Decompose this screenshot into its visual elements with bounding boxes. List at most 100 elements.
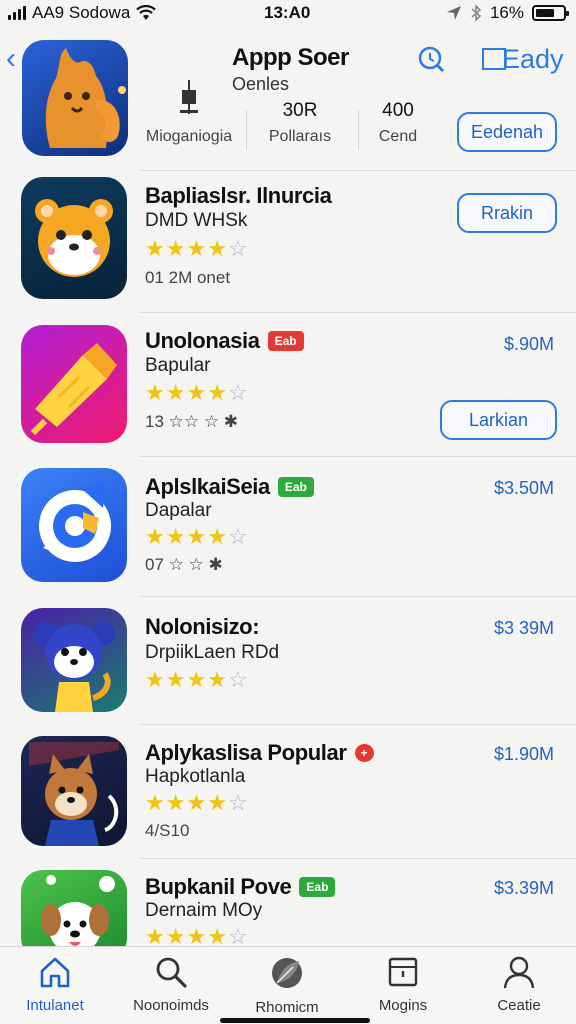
app-meta: 07 ☆ ☆ ✱ bbox=[145, 555, 223, 574]
star-filled-icon: ★ bbox=[165, 524, 187, 549]
star-filled-icon: ★ bbox=[207, 524, 228, 549]
app-title[interactable]: AplslkaiSeia Eab bbox=[145, 474, 314, 500]
app-badge: Eab bbox=[277, 477, 314, 497]
ready-button[interactable]: Eady bbox=[482, 44, 564, 75]
bluetooth-icon bbox=[471, 4, 482, 22]
app-title-text: Bupkanil Pove bbox=[145, 874, 292, 899]
status-right: 16% bbox=[446, 3, 569, 23]
page-subtitle: Oenles bbox=[232, 74, 290, 94]
app-title[interactable]: Aplykaslisa Popular + bbox=[145, 740, 374, 766]
app-title-text: Unolonasia bbox=[145, 328, 260, 353]
featured-app-icon[interactable] bbox=[22, 40, 128, 156]
stat-downloads: 30R Pollaraıs bbox=[255, 100, 345, 146]
wifi-icon bbox=[136, 5, 157, 20]
star-empty-icon: ☆ bbox=[227, 380, 249, 405]
home-icon bbox=[40, 957, 70, 988]
star-filled-icon: ★ bbox=[145, 236, 166, 261]
stat-size: 400 Cend bbox=[360, 100, 436, 146]
app-meta: 4/S10 bbox=[145, 821, 190, 840]
tab-games[interactable]: Rhomicm bbox=[232, 955, 342, 1016]
stat-category: Mioganiogia bbox=[144, 80, 234, 146]
star-empty-icon: ☆ bbox=[227, 524, 249, 549]
divider bbox=[140, 596, 576, 597]
app-price[interactable]: $.90M bbox=[504, 334, 554, 355]
app-icon[interactable] bbox=[21, 468, 127, 582]
tab-profile[interactable]: Ceatie bbox=[464, 955, 574, 1014]
app-title[interactable]: Bupkanil Pove Eab bbox=[145, 874, 336, 900]
star-filled-icon: ★ bbox=[186, 667, 208, 692]
star-empty-icon: ☆ bbox=[227, 790, 249, 815]
divider bbox=[140, 170, 576, 171]
tab-label: Rhomicm bbox=[255, 999, 319, 1016]
app-title-text: Bapliaslsr. Ilnurcia bbox=[145, 183, 332, 208]
divider bbox=[140, 312, 576, 313]
status-left: AA9 Sodowa bbox=[8, 3, 157, 23]
calendar-icon bbox=[388, 957, 418, 987]
star-filled-icon: ★ bbox=[186, 236, 208, 261]
stat-downloads-value: 30R bbox=[282, 100, 318, 121]
battery-icon bbox=[532, 5, 569, 21]
app-subtitle: Dapalar bbox=[145, 500, 212, 521]
search-icon bbox=[156, 957, 187, 988]
star-filled-icon: ★ bbox=[165, 667, 187, 692]
app-price[interactable]: $3.39M bbox=[494, 878, 554, 899]
app-subtitle: Bapular bbox=[145, 355, 211, 376]
header-action-button[interactable]: Eedenah bbox=[457, 112, 557, 152]
tab-apps[interactable]: Mogins bbox=[348, 955, 458, 1014]
star-filled-icon: ★ bbox=[145, 524, 166, 549]
app-price[interactable]: $3.50M bbox=[494, 478, 554, 499]
app-subtitle: DrpiikLaen RDd bbox=[145, 642, 280, 663]
app-subtitle: Hapkotlanla bbox=[145, 766, 246, 787]
app-icon[interactable] bbox=[21, 608, 127, 712]
star-filled-icon: ★ bbox=[165, 236, 187, 261]
status-bar: AA9 Sodowa 13:A0 16% bbox=[0, 0, 576, 26]
app-title[interactable]: Unolonasia Eab bbox=[145, 328, 304, 354]
app-icon[interactable] bbox=[21, 325, 127, 443]
star-filled-icon: ★ bbox=[207, 236, 228, 261]
battery-percent: 16% bbox=[489, 3, 524, 22]
tab-bar: Intulanet Noonoimds Rhomicm Mogins Ceati… bbox=[0, 946, 576, 1024]
back-icon[interactable]: ‹ bbox=[6, 44, 16, 74]
stat-divider bbox=[246, 110, 247, 150]
carrier-label: AA9 Sodowa bbox=[32, 3, 131, 22]
app-subtitle: DMD WHSk bbox=[145, 210, 248, 231]
stat-downloads-label: Pollaraıs bbox=[268, 128, 332, 145]
star-filled-icon: ★ bbox=[186, 524, 208, 549]
tab-label: Intulanet bbox=[26, 997, 84, 1014]
app-store-screen: AA9 Sodowa 13:A0 16% ‹ Appp Soer Oenles … bbox=[0, 0, 576, 1024]
star-rating: ★★★★☆ bbox=[145, 669, 249, 691]
app-title-text: Aplykaslisa Popular bbox=[145, 740, 347, 765]
star-filled-icon: ★ bbox=[145, 790, 166, 815]
app-title[interactable]: Bapliaslsr. Ilnurcia bbox=[145, 183, 332, 209]
star-filled-icon: ★ bbox=[145, 380, 166, 405]
divider bbox=[140, 858, 576, 859]
app-price[interactable]: $1.90M bbox=[494, 744, 554, 765]
get-button[interactable]: Rrakin bbox=[457, 193, 557, 233]
app-icon[interactable] bbox=[21, 736, 127, 846]
get-button[interactable]: Larkian bbox=[440, 400, 557, 440]
app-meta: 13 ☆☆ ☆ ✱ bbox=[145, 412, 239, 431]
star-rating: ★★★★☆ bbox=[145, 238, 249, 260]
stat-size-label: Cend bbox=[378, 128, 418, 145]
app-badge: Eab bbox=[299, 877, 336, 897]
star-filled-icon: ★ bbox=[207, 667, 228, 692]
tab-label: Noonoimds bbox=[133, 997, 209, 1014]
stat-category-label: Mioganiogia bbox=[145, 128, 233, 145]
tab-today[interactable]: Intulanet bbox=[0, 955, 110, 1014]
app-icon[interactable] bbox=[21, 177, 127, 299]
divider bbox=[140, 456, 576, 457]
tab-search[interactable]: Noonoimds bbox=[116, 955, 226, 1014]
stat-divider bbox=[358, 110, 359, 150]
search-icon[interactable] bbox=[416, 44, 446, 74]
app-title-text: AplslkaiSeia bbox=[145, 474, 270, 499]
location-icon bbox=[446, 6, 461, 20]
app-price[interactable]: $3 39M bbox=[494, 618, 554, 639]
leaf-icon bbox=[272, 958, 302, 988]
star-filled-icon: ★ bbox=[145, 667, 166, 692]
app-title[interactable]: Nolonisizo: bbox=[145, 614, 260, 640]
star-filled-icon: ★ bbox=[165, 380, 187, 405]
star-rating: ★★★★☆ bbox=[145, 526, 249, 548]
star-rating: ★★★★☆ bbox=[145, 926, 249, 948]
app-badge: Eab bbox=[267, 331, 304, 351]
stat-category-icon bbox=[144, 80, 234, 124]
